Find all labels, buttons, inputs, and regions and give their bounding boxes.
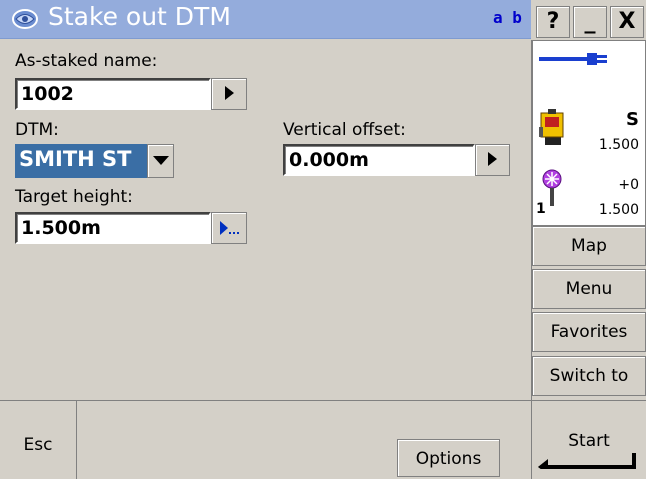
switch-to-button[interactable]: Switch to (532, 356, 646, 396)
vertical-offset-label: Vertical offset: (283, 120, 406, 140)
close-button[interactable]: X (610, 6, 644, 38)
title-bar: Stake out DTM a b (0, 0, 531, 39)
dtm-dropdown-button[interactable] (147, 144, 174, 178)
target-height-arrow-button[interactable] (211, 212, 247, 244)
instrument-face-indicator: S (626, 109, 639, 130)
target-offset-value: +0 (618, 177, 639, 193)
chevron-down-icon (152, 156, 169, 165)
favorites-button[interactable]: Favorites (532, 312, 646, 352)
instrument-height-value: 1.500 (598, 137, 639, 153)
start-button-label: Start (568, 431, 610, 451)
arrow-ellipsis-icon (220, 221, 239, 235)
arrow-right-icon (224, 86, 234, 100)
as-staked-name-field[interactable]: 1002 (15, 78, 211, 110)
target-height-status-value: 1.500 (598, 202, 639, 218)
dtm-label: DTM: (15, 120, 59, 140)
esc-button[interactable]: Esc (0, 401, 77, 479)
window-title: Stake out DTM (48, 2, 231, 31)
enter-key-icon (538, 453, 636, 469)
as-staked-name-label: As-staked name: (15, 51, 158, 71)
input-mode-indicator[interactable]: a b (493, 8, 522, 27)
status-panel[interactable]: S 1.500 1 +0 1.500 (532, 40, 646, 226)
minimize-button[interactable]: _ (573, 6, 607, 38)
side-panel: S 1.500 1 +0 1.500 Map Menu Favorites Sw… (531, 40, 646, 400)
menu-button[interactable]: Menu (532, 269, 646, 309)
window-controls: ? _ X (531, 0, 646, 40)
battery-connection-icon (539, 53, 607, 65)
target-id-label: 1 (536, 201, 546, 217)
vertical-offset-field[interactable]: 0.000m (283, 144, 475, 176)
as-staked-name-arrow-button[interactable] (211, 78, 247, 110)
dtm-dropdown-value[interactable]: SMITH ST (15, 144, 147, 178)
bottom-softkey-bar: Esc Options Start (0, 400, 646, 479)
total-station-icon (539, 109, 564, 145)
arrow-right-icon (488, 152, 497, 166)
map-button[interactable]: Map (532, 226, 646, 266)
target-height-field[interactable]: 1.500m (15, 212, 211, 244)
start-button[interactable]: Start (531, 401, 646, 479)
form-area: As-staked name: 1002 DTM: SMITH ST Verti… (0, 40, 530, 400)
app-logo-icon (12, 9, 38, 29)
target-height-label: Target height: (15, 187, 133, 207)
vertical-offset-arrow-button[interactable] (475, 144, 510, 176)
options-button[interactable]: Options (397, 439, 500, 477)
help-button[interactable]: ? (536, 6, 570, 38)
